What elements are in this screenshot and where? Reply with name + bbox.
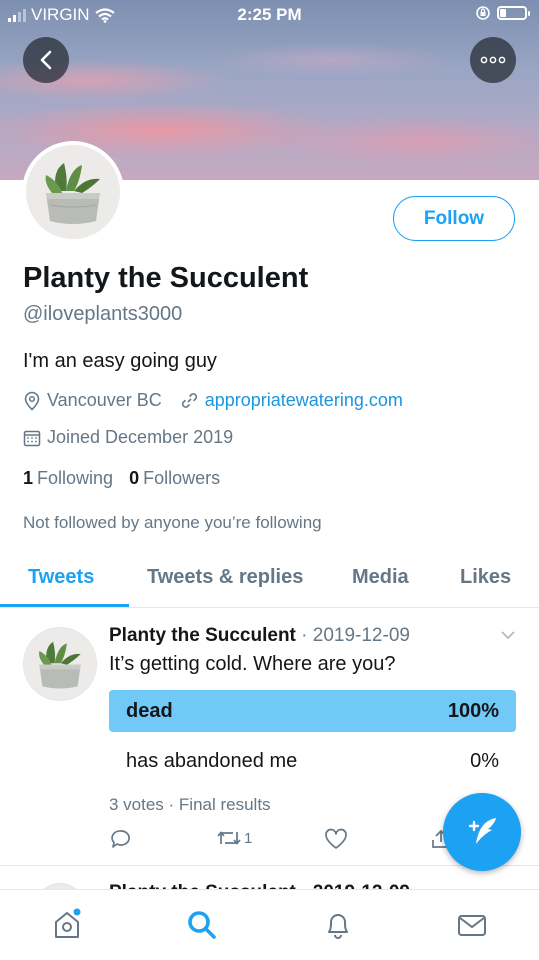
poll-summary: 3 votes · Final results xyxy=(109,795,271,814)
not-followed-note: Not followed by anyone you’re following xyxy=(23,513,322,532)
bottom-navigation xyxy=(0,889,539,960)
tweet-card-partial[interactable]: Planty the Succulent · 2019-12-09 xyxy=(0,867,539,891)
reply-icon xyxy=(111,830,130,848)
feather-plus-icon xyxy=(468,818,496,844)
location-pin-icon xyxy=(24,391,40,411)
poll-option-label: has abandoned me xyxy=(126,749,298,772)
profile-bio: I'm an easy going guy xyxy=(23,350,217,372)
retweet-icon xyxy=(217,831,241,845)
tweet-author-name[interactable]: Planty the Succulent xyxy=(109,625,296,646)
back-button[interactable] xyxy=(23,37,69,83)
chevron-left-icon xyxy=(40,50,52,70)
profile-website-link[interactable]: appropriatewatering.com xyxy=(205,390,403,411)
tweet-date: · 2019-12-09 xyxy=(301,625,410,646)
calendar-icon xyxy=(23,430,41,446)
more-horizontal-icon xyxy=(480,56,506,64)
profile-handle: @iloveplants3000 xyxy=(23,303,183,325)
tab-tweets[interactable]: Tweets xyxy=(28,566,94,589)
clock: 2:25 PM xyxy=(237,5,302,24)
compose-tweet-button[interactable] xyxy=(443,793,521,871)
mail-icon xyxy=(458,915,486,936)
poll-option-winner: dead 100% xyxy=(109,690,516,732)
chevron-down-icon[interactable] xyxy=(500,630,516,640)
active-tab-indicator xyxy=(0,604,129,607)
profile-name: Planty the Succulent xyxy=(23,262,309,294)
tweet-text: It’s getting cold. Where are you? xyxy=(109,653,396,675)
heart-icon xyxy=(325,828,347,849)
profile-joined-date: Joined December 2019 xyxy=(47,427,234,447)
retweet-button[interactable]: 1 xyxy=(216,828,252,848)
poll-option-percent: 100% xyxy=(447,699,499,722)
profile-meta-row: Vancouver BC appropriatewatering.com xyxy=(23,390,403,411)
nav-home[interactable] xyxy=(50,908,84,947)
profile-tabs: Tweets Tweets & replies Media Likes xyxy=(0,552,539,608)
succulent-pot-image xyxy=(26,145,120,239)
poll-option: has abandoned me 0% xyxy=(109,740,516,782)
tab-likes[interactable]: Likes xyxy=(460,566,511,589)
nav-messages[interactable] xyxy=(455,908,489,947)
followers-count-link[interactable]: 0 Followers xyxy=(129,468,220,489)
follow-button[interactable]: Follow xyxy=(393,196,515,241)
link-icon xyxy=(181,393,197,408)
tweet-header: Planty the Succulent · 2019-12-09 xyxy=(109,625,410,647)
tab-media[interactable]: Media xyxy=(352,566,409,589)
search-icon xyxy=(188,911,216,939)
reply-button[interactable] xyxy=(110,828,132,850)
profile-avatar[interactable] xyxy=(22,141,124,243)
following-count-link[interactable]: 1 Following xyxy=(23,468,113,489)
more-options-button[interactable] xyxy=(470,37,516,83)
follow-counts: 1 Following 0 Followers xyxy=(23,468,220,489)
tweet-avatar[interactable] xyxy=(23,627,97,701)
retweet-count: 1 xyxy=(244,829,253,847)
home-icon xyxy=(55,908,81,938)
nav-notifications[interactable] xyxy=(321,908,355,947)
tab-tweets-replies[interactable]: Tweets & replies xyxy=(147,566,303,589)
like-button[interactable] xyxy=(324,828,348,850)
profile-location: Vancouver BC xyxy=(47,390,162,410)
profile-joined-row: Joined December 2019 xyxy=(23,427,233,448)
nav-search[interactable] xyxy=(185,908,219,947)
rotation-lock-icon xyxy=(476,6,490,20)
poll-option-percent: 0% xyxy=(470,749,499,772)
poll-option-label: dead xyxy=(126,699,173,722)
bell-icon xyxy=(328,914,348,939)
battery-icon xyxy=(497,6,530,20)
status-bar: VIRGIN 2:25 PM xyxy=(0,0,539,30)
